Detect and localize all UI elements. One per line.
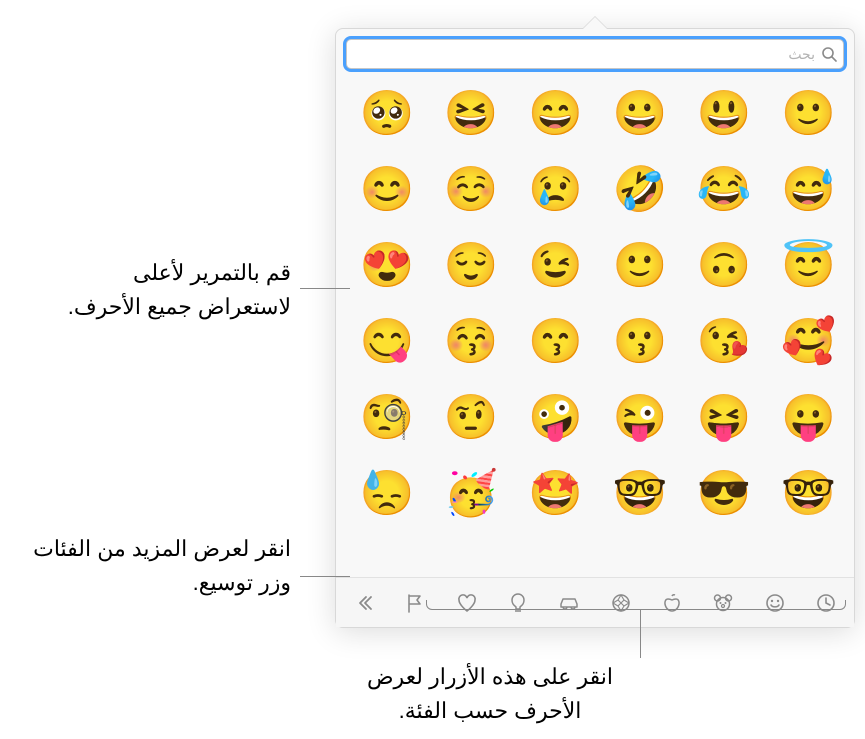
emoji-cell[interactable]: 🤪 bbox=[529, 391, 583, 445]
emoji-cell[interactable]: 😌 bbox=[445, 239, 499, 293]
emoji-cell[interactable]: 😙 bbox=[529, 315, 583, 369]
callout-categories: انقر على هذه الأزرار لعرض الأحرف حسب الف… bbox=[340, 660, 640, 728]
emoji-cell[interactable]: 🤣 bbox=[613, 163, 667, 217]
emoji-cell[interactable]: 😜 bbox=[613, 391, 667, 445]
emoji-cell[interactable]: 😊 bbox=[360, 163, 414, 217]
emoji-grid-area[interactable]: 🙂 😃 😀 😄 😆 🥺 😅 😂 🤣 😢 ☺️ 😊 😇 🙃 🙂 😉 😌 😍 🥰 😘 😗 😙 😚 😋 😛 😝 😜 🤪 🤨 🧐 🤓 😎 🤓 🤩 🥳 😓 bbox=[336, 77, 854, 567]
character-viewer-popover: 🙂 😃 😀 😄 😆 🥺 😅 😂 🤣 😢 ☺️ 😊 😇 🙃 🙂 😉 😌 😍 🥰 😘 😗 😙 😚 😋 😛 😝 😜 🤪 🤨 🧐 🤓 😎 🤓 🤩 🥳 😓 bbox=[335, 28, 855, 628]
emoji-cell[interactable]: 😗 bbox=[613, 315, 667, 369]
search-icon bbox=[821, 46, 837, 62]
callout-bracket bbox=[426, 600, 846, 610]
callout-leader-line bbox=[300, 576, 350, 577]
emoji-cell[interactable]: ☺️ bbox=[445, 163, 499, 217]
emoji-cell[interactable]: 🤓 bbox=[613, 467, 667, 521]
emoji-cell[interactable]: 😇 bbox=[782, 239, 836, 293]
emoji-cell[interactable]: 😃 bbox=[698, 87, 752, 141]
emoji-cell[interactable]: 😆 bbox=[445, 87, 499, 141]
emoji-cell[interactable]: 🤩 bbox=[529, 467, 583, 521]
emoji-cell[interactable]: 🧐 bbox=[360, 391, 414, 445]
emoji-cell[interactable]: 😅 bbox=[782, 163, 836, 217]
emoji-cell[interactable]: 😝 bbox=[698, 391, 752, 445]
emoji-grid: 🙂 😃 😀 😄 😆 🥺 😅 😂 🤣 😢 ☺️ 😊 😇 🙃 🙂 😉 😌 😍 🥰 😘 😗 😙 😚 😋 😛 😝 😜 🤪 🤨 🧐 🤓 😎 🤓 🤩 🥳 😓 bbox=[354, 87, 836, 521]
emoji-cell[interactable]: 😓 bbox=[360, 467, 414, 521]
search-wrap bbox=[336, 29, 854, 77]
emoji-cell[interactable]: 🙂 bbox=[782, 87, 836, 141]
emoji-cell[interactable]: 🥳 bbox=[445, 467, 499, 521]
emoji-cell[interactable]: 😘 bbox=[698, 315, 752, 369]
callout-scroll: قم بالتمرير لأعلى لاستعراض جميع الأحرف. bbox=[51, 256, 291, 324]
emoji-cell[interactable]: 😂 bbox=[698, 163, 752, 217]
emoji-cell[interactable]: 🙃 bbox=[698, 239, 752, 293]
emoji-cell[interactable]: 😀 bbox=[613, 87, 667, 141]
emoji-cell[interactable]: 😚 bbox=[445, 315, 499, 369]
emoji-cell[interactable]: 😢 bbox=[529, 163, 583, 217]
emoji-cell[interactable]: 😎 bbox=[698, 467, 752, 521]
emoji-cell[interactable]: 🤓 bbox=[782, 467, 836, 521]
emoji-cell[interactable]: 🙂 bbox=[613, 239, 667, 293]
emoji-cell[interactable]: 😉 bbox=[529, 239, 583, 293]
callout-leader-line bbox=[640, 610, 641, 658]
callout-expand: انقر لعرض المزيد من الفئات وزر توسيع. bbox=[21, 532, 291, 600]
emoji-cell[interactable]: 😋 bbox=[360, 315, 414, 369]
search-input[interactable] bbox=[353, 40, 819, 68]
emoji-cell[interactable]: 🥺 bbox=[360, 87, 414, 141]
search-field[interactable] bbox=[346, 39, 844, 69]
emoji-cell[interactable]: 🤨 bbox=[445, 391, 499, 445]
emoji-cell[interactable]: 😍 bbox=[360, 239, 414, 293]
emoji-cell[interactable]: 😄 bbox=[529, 87, 583, 141]
expand-button[interactable] bbox=[344, 583, 384, 623]
callout-leader-line bbox=[300, 288, 350, 289]
emoji-cell[interactable]: 😛 bbox=[782, 391, 836, 445]
emoji-cell[interactable]: 🥰 bbox=[782, 315, 836, 369]
